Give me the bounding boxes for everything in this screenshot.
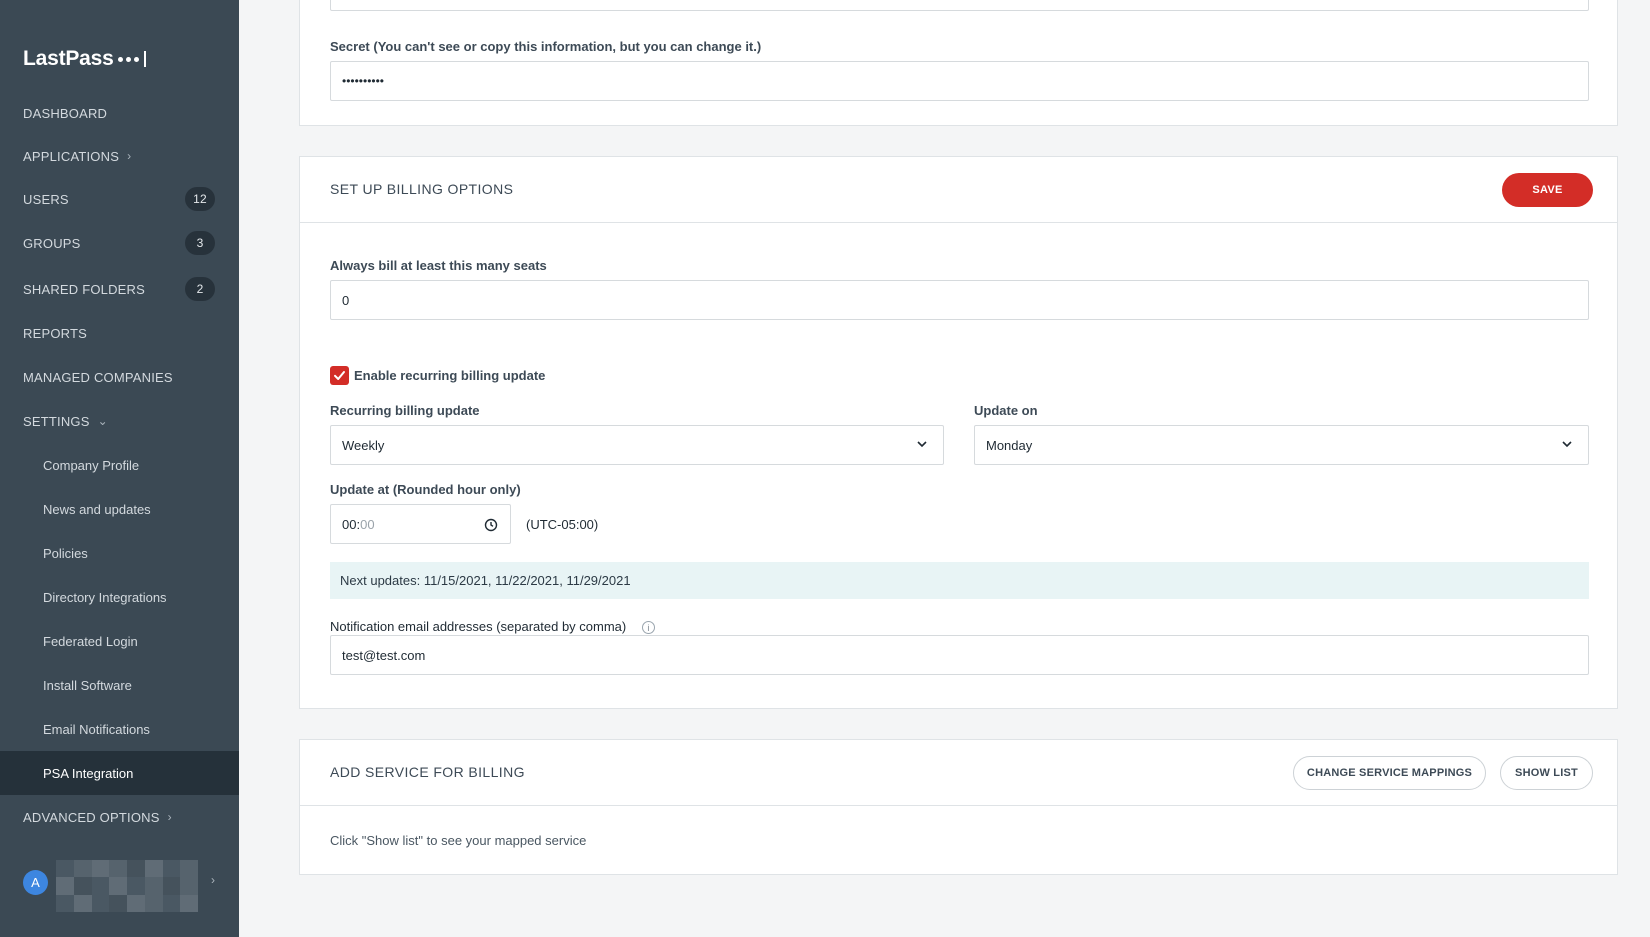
nav-settings[interactable]: SETTINGS ⌄: [0, 399, 239, 443]
sub-label: PSA Integration: [43, 765, 134, 781]
billing-title: SET UP BILLING OPTIONS: [330, 181, 514, 197]
update-at-label: Update at (Rounded hour only): [330, 482, 521, 497]
recurring-select[interactable]: Weekly: [330, 425, 944, 465]
sidebar-item-policies[interactable]: Policies: [0, 531, 239, 575]
nav-managed-companies[interactable]: MANAGED COMPANIES: [0, 355, 239, 399]
minute-value: 00: [360, 516, 375, 532]
nav-label: USERS: [23, 191, 69, 207]
notification-label: Notification email addresses (separated …: [330, 619, 655, 635]
checkmark-icon: [334, 371, 345, 380]
nav-label: REPORTS: [23, 325, 88, 341]
recurring-label: Recurring billing update: [330, 403, 480, 418]
notification-label-text: Notification email addresses (separated …: [330, 619, 627, 634]
nav-label: SHARED FOLDERS: [23, 281, 145, 297]
sidebar-item-federated-login[interactable]: Federated Login: [0, 619, 239, 663]
sidebar: LastPass DASHBOARD APPLICATIONS › USERS …: [0, 0, 239, 937]
nav-users[interactable]: USERS 12: [0, 177, 239, 221]
user-menu[interactable]: A ›: [0, 860, 239, 912]
sub-label: Company Profile: [43, 457, 140, 473]
sidebar-item-directory-integrations[interactable]: Directory Integrations: [0, 575, 239, 619]
chevron-right-icon: ›: [167, 810, 172, 824]
nav-advanced-options[interactable]: ADVANCED OPTIONS ›: [0, 795, 239, 839]
nav-label: APPLICATIONS: [23, 148, 120, 164]
show-list-button[interactable]: SHOW LIST: [1500, 756, 1593, 790]
billing-header: SET UP BILLING OPTIONS SAVE: [300, 157, 1617, 223]
sub-label: News and updates: [43, 501, 151, 517]
redacted-field[interactable]: [330, 0, 1589, 11]
nav-label: SETTINGS: [23, 413, 90, 429]
redacted-username: [56, 860, 198, 912]
chevron-down-icon: ⌄: [97, 414, 108, 428]
enable-recurring-label[interactable]: Enable recurring billing update: [354, 368, 545, 383]
nav-reports[interactable]: REPORTS: [0, 311, 239, 355]
save-button[interactable]: SAVE: [1502, 173, 1593, 207]
sub-label: Directory Integrations: [43, 589, 167, 605]
notification-email-input[interactable]: test@test.com: [330, 635, 1589, 675]
logo-dots-icon: [117, 51, 146, 67]
sidebar-item-psa-integration[interactable]: PSA Integration: [0, 751, 239, 795]
avatar: A: [23, 870, 48, 895]
groups-count-badge: 3: [185, 231, 215, 255]
nav-shared-folders[interactable]: SHARED FOLDERS 2: [0, 267, 239, 311]
hour-value: 00: [342, 516, 357, 532]
main-content: Secret (You can't see or copy this infor…: [239, 0, 1650, 937]
nav-label: MANAGED COMPANIES: [23, 369, 173, 385]
chevron-right-icon: ›: [127, 149, 132, 163]
sidebar-item-company-profile[interactable]: Company Profile: [0, 443, 239, 487]
min-seats-input[interactable]: 0: [330, 280, 1589, 320]
logo-text: LastPass: [23, 47, 114, 70]
secret-input[interactable]: ••••••••••: [330, 61, 1589, 101]
timezone-label: (UTC-05:00): [526, 517, 599, 532]
chevron-down-icon: [1562, 441, 1572, 448]
nav-label: DASHBOARD: [23, 105, 108, 121]
update-on-select[interactable]: Monday: [974, 425, 1589, 465]
update-on-label: Update on: [974, 403, 1038, 418]
sidebar-item-install-software[interactable]: Install Software: [0, 663, 239, 707]
enable-recurring-checkbox[interactable]: [330, 366, 349, 385]
nav-applications[interactable]: APPLICATIONS ›: [0, 134, 239, 178]
next-updates-info: Next updates: 11/15/2021, 11/22/2021, 11…: [330, 562, 1589, 599]
clock-icon: [484, 518, 498, 532]
chevron-right-icon: ›: [211, 873, 215, 887]
update-on-value: Monday: [986, 437, 1033, 453]
sub-label: Federated Login: [43, 633, 138, 649]
shared-folders-count-badge: 2: [185, 277, 215, 301]
min-seats-label: Always bill at least this many seats: [330, 258, 547, 273]
service-hint: Click "Show list" to see your mapped ser…: [330, 833, 587, 848]
users-count-badge: 12: [185, 187, 215, 211]
sub-label: Policies: [43, 545, 88, 561]
nav-groups[interactable]: GROUPS 3: [0, 221, 239, 265]
update-at-time-input[interactable]: 00:00: [330, 504, 511, 544]
nav-label: GROUPS: [23, 235, 81, 251]
nav-label: ADVANCED OPTIONS: [23, 809, 160, 825]
change-service-mappings-button[interactable]: CHANGE SERVICE MAPPINGS: [1293, 756, 1486, 790]
service-header: ADD SERVICE FOR BILLING CHANGE SERVICE M…: [300, 740, 1617, 806]
lastpass-logo[interactable]: LastPass: [23, 44, 146, 74]
billing-options-card: SET UP BILLING OPTIONS SAVE Always bill …: [299, 156, 1618, 709]
sub-label: Email Notifications: [43, 721, 150, 737]
info-icon[interactable]: i: [641, 621, 655, 635]
recurring-value: Weekly: [342, 437, 385, 453]
service-title: ADD SERVICE FOR BILLING: [330, 764, 525, 780]
sidebar-item-email-notifications[interactable]: Email Notifications: [0, 707, 239, 751]
service-billing-card: ADD SERVICE FOR BILLING CHANGE SERVICE M…: [299, 739, 1618, 875]
nav-dashboard[interactable]: DASHBOARD: [0, 91, 239, 135]
secret-label: Secret (You can't see or copy this infor…: [330, 39, 762, 54]
sidebar-item-news-and-updates[interactable]: News and updates: [0, 487, 239, 531]
credentials-card: Secret (You can't see or copy this infor…: [299, 0, 1618, 126]
chevron-down-icon: [917, 441, 927, 448]
sub-label: Install Software: [43, 677, 132, 693]
